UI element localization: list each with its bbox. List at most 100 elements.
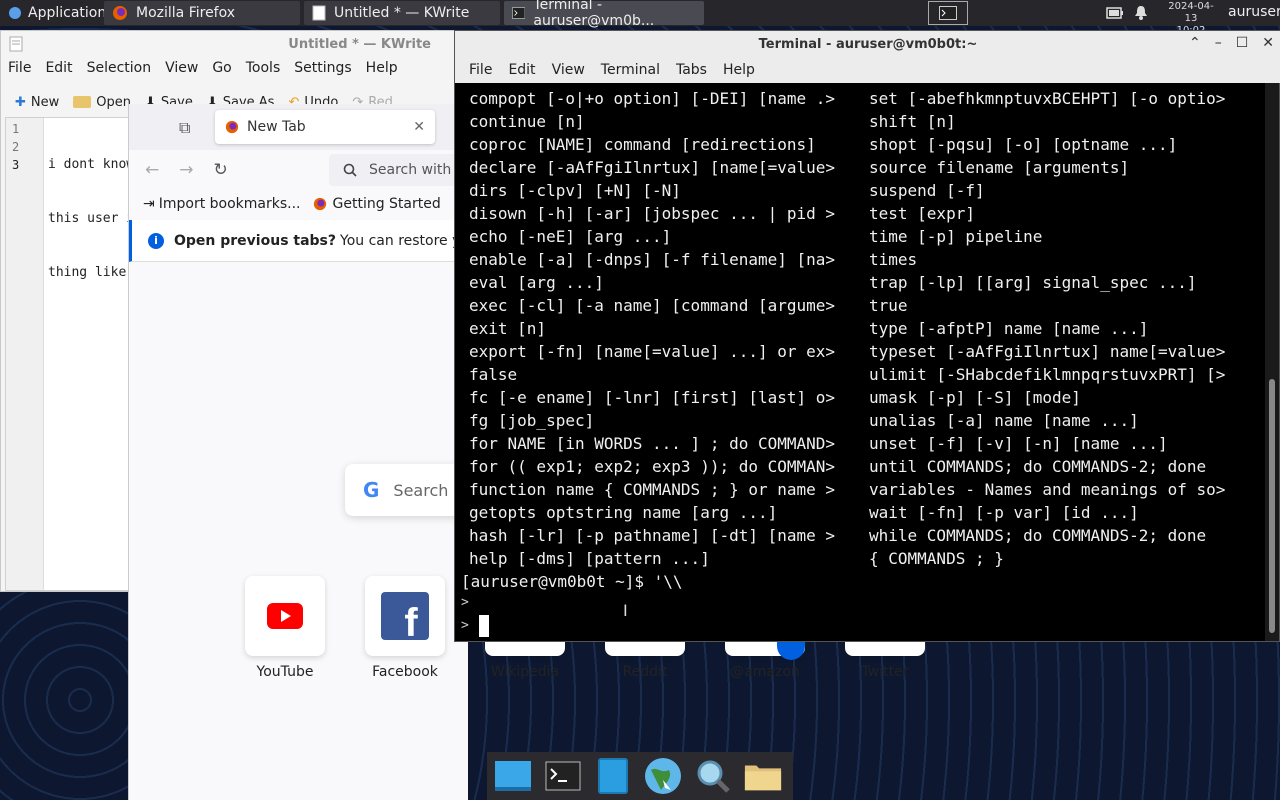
help-line: umask [-p] [-S] [mode] bbox=[869, 388, 1081, 407]
help-line: wait [-fn] [-p var] [id ...] bbox=[869, 503, 1139, 522]
terminal-scrollbar[interactable] bbox=[1265, 83, 1279, 641]
open-button[interactable]: Open bbox=[73, 95, 131, 110]
notification-bell-icon[interactable] bbox=[1134, 5, 1148, 25]
minimize-icon[interactable]: – bbox=[1215, 35, 1222, 51]
help-line: for NAME [in WORDS ... ] ; do COMMAND> bbox=[469, 434, 836, 453]
menu-help[interactable]: Help bbox=[715, 57, 763, 83]
getting-started-link[interactable]: Getting Started bbox=[313, 196, 441, 212]
terminal-launcher[interactable] bbox=[543, 756, 583, 796]
search-app-launcher[interactable] bbox=[693, 756, 733, 796]
back-icon[interactable]: ← bbox=[145, 160, 159, 180]
menu-go[interactable]: Go bbox=[205, 57, 238, 79]
help-line: set [-abefhkmnptuvxBCEHPT] [-o optio> bbox=[869, 89, 1226, 108]
google-icon: G bbox=[363, 478, 380, 502]
terminal-output[interactable]: compopt [-o|+o option] [-DEI] [name .> co… bbox=[455, 83, 1265, 641]
web-browser-launcher[interactable] bbox=[643, 756, 683, 796]
forward-icon[interactable]: → bbox=[179, 160, 193, 180]
help-line: coproc [NAME] command [redirections] bbox=[469, 135, 816, 154]
help-line: export [-fn] [name[=value] ...] or ex> bbox=[469, 342, 836, 361]
terminal-icon bbox=[545, 761, 581, 791]
help-line: eval [arg ...] bbox=[469, 273, 604, 292]
import-bookmarks-label: Import bookmarks... bbox=[158, 196, 301, 212]
menu-edit[interactable]: Edit bbox=[38, 57, 79, 79]
file-manager-launcher[interactable] bbox=[593, 756, 633, 796]
task-firefox[interactable]: Mozilla Firefox bbox=[104, 1, 300, 25]
menu-help[interactable]: Help bbox=[359, 57, 405, 79]
maximize-icon[interactable]: ☐ bbox=[1236, 35, 1249, 51]
workspace-switcher[interactable] bbox=[928, 1, 968, 25]
menu-terminal[interactable]: Terminal bbox=[593, 57, 668, 83]
help-line: true bbox=[869, 296, 908, 315]
youtube-icon bbox=[267, 603, 303, 629]
firefox-icon bbox=[313, 197, 326, 211]
menu-selection[interactable]: Selection bbox=[80, 57, 159, 79]
help-line: typeset [-aAfFgiIlnrtux] name[=value> bbox=[869, 342, 1226, 361]
editor-text[interactable]: i dont know this user i thing like bbox=[48, 120, 134, 318]
terminal-icon bbox=[512, 7, 526, 19]
battery-icon[interactable] bbox=[1106, 6, 1124, 24]
magnifier-icon bbox=[697, 760, 730, 793]
help-line: times bbox=[869, 250, 918, 269]
restore-tabs-notice: i Open previous tabs? You can restore yo bbox=[129, 220, 469, 262]
line-number-gutter: 1 2 3 bbox=[6, 118, 44, 590]
prompt-line: [auruser@vm0b0t ~]$ '\\ bbox=[461, 572, 683, 591]
user-menu[interactable]: auruser bbox=[1228, 4, 1280, 20]
close-tab-icon[interactable]: ✕ bbox=[413, 119, 425, 135]
notice-title: Open previous tabs? bbox=[174, 232, 337, 249]
editor-line: i dont know bbox=[48, 157, 135, 172]
shortcut-youtube[interactable] bbox=[245, 576, 325, 656]
folder-icon bbox=[73, 96, 92, 108]
task-kwrite[interactable]: Untitled * — KWrite bbox=[304, 1, 500, 25]
tile-label: Twitter bbox=[861, 664, 909, 680]
text-cursor bbox=[479, 615, 489, 637]
help-left-column: compopt [-o|+o option] [-DEI] [name .> co… bbox=[469, 87, 835, 570]
menu-view[interactable]: View bbox=[544, 57, 593, 83]
globe-icon bbox=[645, 758, 681, 794]
menu-view[interactable]: View bbox=[158, 57, 205, 79]
top-panel: Applications Mozilla Firefox Untitled * … bbox=[0, 0, 1280, 36]
tab-new-tab[interactable]: New Tab ✕ bbox=[215, 110, 435, 144]
help-line: suspend [-f] bbox=[869, 181, 985, 200]
help-line: echo [-neE] [arg ...] bbox=[469, 227, 672, 246]
task-terminal[interactable]: Terminal - auruser@vm0b... bbox=[504, 0, 704, 29]
new-button[interactable]: ✚ New bbox=[15, 95, 59, 110]
menu-file[interactable]: File bbox=[461, 57, 500, 83]
tile-label: @amazon bbox=[730, 664, 800, 680]
shortcut-facebook[interactable]: f bbox=[365, 576, 445, 656]
menu-file[interactable]: File bbox=[1, 57, 38, 79]
help-line: unset [-f] [-v] [-n] [name ...] bbox=[869, 434, 1168, 453]
terminal-title: Terminal - auruser@vm0b0t:~ bbox=[455, 31, 1280, 57]
close-icon[interactable]: ✕ bbox=[1262, 35, 1274, 51]
help-line: declare [-aAfFgiIlnrtux] [name[=value> bbox=[469, 158, 836, 177]
help-line: getopts optstring name [arg ...] bbox=[469, 503, 778, 522]
applications-label: Applications bbox=[28, 5, 114, 21]
notice-text: You can restore yo bbox=[340, 232, 469, 249]
tab-overview-icon[interactable]: ⧉ bbox=[179, 118, 190, 138]
show-desktop-button[interactable] bbox=[493, 756, 533, 796]
chevron-up-icon[interactable]: ⌃ bbox=[1189, 35, 1201, 51]
menu-tools[interactable]: Tools bbox=[239, 57, 288, 79]
menu-tabs[interactable]: Tabs bbox=[668, 57, 715, 83]
scrollbar-thumb[interactable] bbox=[1269, 379, 1275, 633]
folder-launcher[interactable] bbox=[743, 756, 783, 796]
getting-started-label: Getting Started bbox=[332, 196, 441, 212]
import-bookmarks-link[interactable]: ⇥ Import bookmarks... bbox=[143, 196, 301, 212]
document-icon bbox=[312, 5, 326, 21]
tile-label: Reddit bbox=[622, 664, 668, 680]
help-line: test [expr] bbox=[869, 204, 975, 223]
reload-icon[interactable]: ↻ bbox=[214, 160, 228, 180]
menu-edit[interactable]: Edit bbox=[500, 57, 543, 83]
help-line: hash [-lr] [-p pathname] [-dt] [name > bbox=[469, 526, 836, 545]
open-label: Open bbox=[96, 94, 131, 110]
menu-settings[interactable]: Settings bbox=[287, 57, 358, 79]
help-line: unalias [-a] name [name ...] bbox=[869, 411, 1139, 430]
new-label: New bbox=[30, 94, 60, 110]
google-search-placeholder: Search bbox=[393, 480, 449, 500]
info-icon: i bbox=[148, 232, 164, 249]
kwrite-menubar: File Edit Selection View Go Tools Settin… bbox=[1, 57, 461, 79]
facebook-icon: f bbox=[381, 592, 429, 640]
new-document-icon: ✚ bbox=[15, 94, 26, 110]
clock-date: 2024-04-13 bbox=[1168, 1, 1214, 24]
help-line: shift [n] bbox=[869, 112, 956, 131]
help-line: compopt [-o|+o option] [-DEI] [name .> bbox=[469, 89, 836, 108]
